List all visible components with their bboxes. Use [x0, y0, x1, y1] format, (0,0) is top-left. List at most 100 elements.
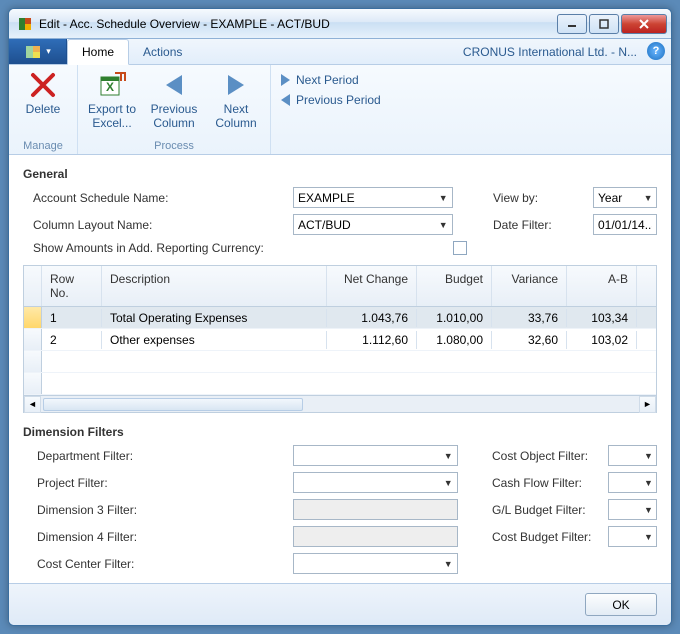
- dropdown-icon[interactable]: ▼: [643, 502, 654, 517]
- menubar: ▾ Home Actions CRONUS International Ltd.…: [9, 39, 671, 65]
- cost-object-filter-combo[interactable]: ▼: [608, 445, 657, 466]
- scroll-right-button[interactable]: ►: [639, 396, 656, 413]
- dropdown-icon[interactable]: ▼: [642, 190, 654, 205]
- previous-column-button[interactable]: Previous Column: [148, 69, 200, 131]
- ribbon-group-process: X Export to Excel... Previous Column Nex…: [78, 65, 271, 154]
- close-button[interactable]: [621, 14, 667, 34]
- window-controls: [555, 14, 667, 34]
- titlebar[interactable]: Edit - Acc. Schedule Overview - EXAMPLE …: [9, 9, 671, 39]
- dropdown-icon[interactable]: ▼: [643, 475, 654, 490]
- minimize-button[interactable]: [557, 14, 587, 34]
- project-filter-label: Project Filter:: [23, 476, 293, 490]
- col-header-ab[interactable]: A-B: [567, 266, 637, 306]
- tab-actions[interactable]: Actions: [129, 39, 196, 64]
- scroll-left-button[interactable]: ◄: [24, 396, 41, 413]
- cell-budget: 1.010,00: [417, 309, 492, 327]
- footer: OK: [9, 583, 671, 625]
- ribbon: Delete Manage X Export to Excel... Previ…: [9, 65, 671, 155]
- general-form: Account Schedule Name: ▼ View by: ▼ Colu…: [23, 187, 657, 255]
- column-layout-input[interactable]: [298, 218, 436, 232]
- dimension-filters-heading: Dimension Filters: [23, 425, 657, 439]
- dropdown-icon[interactable]: ▼: [441, 475, 455, 490]
- excel-icon: X: [96, 69, 128, 101]
- window-title: Edit - Acc. Schedule Overview - EXAMPLE …: [39, 17, 555, 31]
- table-row-empty[interactable]: [24, 373, 656, 395]
- previous-period-icon: [281, 94, 290, 106]
- account-schedule-label: Account Schedule Name:: [23, 191, 293, 205]
- help-button[interactable]: ?: [647, 42, 665, 60]
- ok-button[interactable]: OK: [585, 593, 657, 616]
- cost-object-filter-label: Cost Object Filter:: [478, 449, 608, 463]
- ribbon-group-manage: Delete Manage: [9, 65, 78, 154]
- general-heading: General: [23, 167, 657, 181]
- account-schedule-combo[interactable]: ▼: [293, 187, 453, 208]
- dropdown-icon[interactable]: ▼: [436, 190, 450, 205]
- dimension4-filter-combo: [293, 526, 458, 547]
- dimension-filters-form: Department Filter: ▼ Cost Object Filter:…: [23, 445, 657, 574]
- date-filter-input[interactable]: [598, 218, 652, 232]
- gl-budget-filter-combo[interactable]: ▼: [608, 499, 657, 520]
- account-schedule-input[interactable]: [298, 191, 436, 205]
- department-filter-label: Department Filter:: [23, 449, 293, 463]
- dropdown-icon[interactable]: ▼: [643, 448, 654, 463]
- show-amounts-label: Show Amounts in Add. Reporting Currency:: [23, 241, 453, 255]
- cell-rownum: 2: [42, 331, 102, 349]
- maximize-button[interactable]: [589, 14, 619, 34]
- app-icon: [17, 16, 33, 32]
- grid-body: 1 Total Operating Expenses 1.043,76 1.01…: [24, 307, 656, 395]
- delete-icon: [27, 69, 59, 101]
- table-row[interactable]: 1 Total Operating Expenses 1.043,76 1.01…: [24, 307, 656, 329]
- previous-period-button[interactable]: Previous Period: [281, 93, 381, 107]
- dimension3-filter-label: Dimension 3 Filter:: [23, 503, 293, 517]
- date-filter-field[interactable]: [593, 214, 657, 235]
- col-header-rownum[interactable]: Row No.: [42, 266, 102, 306]
- next-period-button[interactable]: Next Period: [281, 73, 381, 87]
- cost-budget-filter-combo[interactable]: ▼: [608, 526, 657, 547]
- scroll-thumb[interactable]: [43, 398, 303, 411]
- column-layout-combo[interactable]: ▼: [293, 214, 453, 235]
- row-selector[interactable]: [24, 307, 42, 328]
- svg-text:X: X: [106, 80, 114, 94]
- col-header-budget[interactable]: Budget: [417, 266, 492, 306]
- cost-center-filter-combo[interactable]: ▼: [293, 553, 458, 574]
- project-filter-combo[interactable]: ▼: [293, 472, 458, 493]
- department-filter-combo[interactable]: ▼: [293, 445, 458, 466]
- dropdown-icon[interactable]: ▼: [643, 529, 654, 544]
- dropdown-icon[interactable]: ▼: [436, 217, 450, 232]
- next-column-button[interactable]: Next Column: [210, 69, 262, 131]
- cost-budget-filter-label: Cost Budget Filter:: [478, 530, 608, 544]
- ribbon-period-links: Next Period Previous Period: [271, 65, 391, 154]
- cash-flow-filter-combo[interactable]: ▼: [608, 472, 657, 493]
- next-column-icon: [220, 69, 252, 101]
- export-excel-button[interactable]: X Export to Excel...: [86, 69, 138, 131]
- group-label-process: Process: [154, 140, 194, 152]
- company-label[interactable]: CRONUS International Ltd. - N...: [463, 39, 641, 64]
- dimension3-filter-combo: [293, 499, 458, 520]
- delete-button[interactable]: Delete: [17, 69, 69, 117]
- cell-ab: 103,34: [567, 309, 637, 327]
- gl-budget-filter-label: G/L Budget Filter:: [478, 503, 608, 517]
- table-row-empty[interactable]: [24, 351, 656, 373]
- table-row[interactable]: 2 Other expenses 1.112,60 1.080,00 32,60…: [24, 329, 656, 351]
- tab-home[interactable]: Home: [67, 39, 129, 65]
- app-menu-button[interactable]: ▾: [9, 39, 67, 64]
- col-header-variance[interactable]: Variance: [492, 266, 567, 306]
- cell-budget: 1.080,00: [417, 331, 492, 349]
- data-grid: Row No. Description Net Change Budget Va…: [23, 265, 657, 413]
- view-by-input[interactable]: [598, 191, 642, 205]
- dimension4-filter-label: Dimension 4 Filter:: [23, 530, 293, 544]
- dropdown-icon[interactable]: ▼: [441, 448, 455, 463]
- cash-flow-filter-label: Cash Flow Filter:: [478, 476, 608, 490]
- col-header-description[interactable]: Description: [102, 266, 327, 306]
- cell-variance: 33,76: [492, 309, 567, 327]
- cell-rownum: 1: [42, 309, 102, 327]
- col-header-netchange[interactable]: Net Change: [327, 266, 417, 306]
- cell-netchange: 1.043,76: [327, 309, 417, 327]
- dropdown-icon[interactable]: ▼: [441, 556, 455, 571]
- show-amounts-checkbox[interactable]: [453, 241, 467, 255]
- horizontal-scrollbar[interactable]: ◄ ►: [24, 395, 656, 412]
- row-selector[interactable]: [24, 329, 42, 350]
- view-by-combo[interactable]: ▼: [593, 187, 657, 208]
- next-period-icon: [281, 74, 290, 86]
- cell-ab: 103,02: [567, 331, 637, 349]
